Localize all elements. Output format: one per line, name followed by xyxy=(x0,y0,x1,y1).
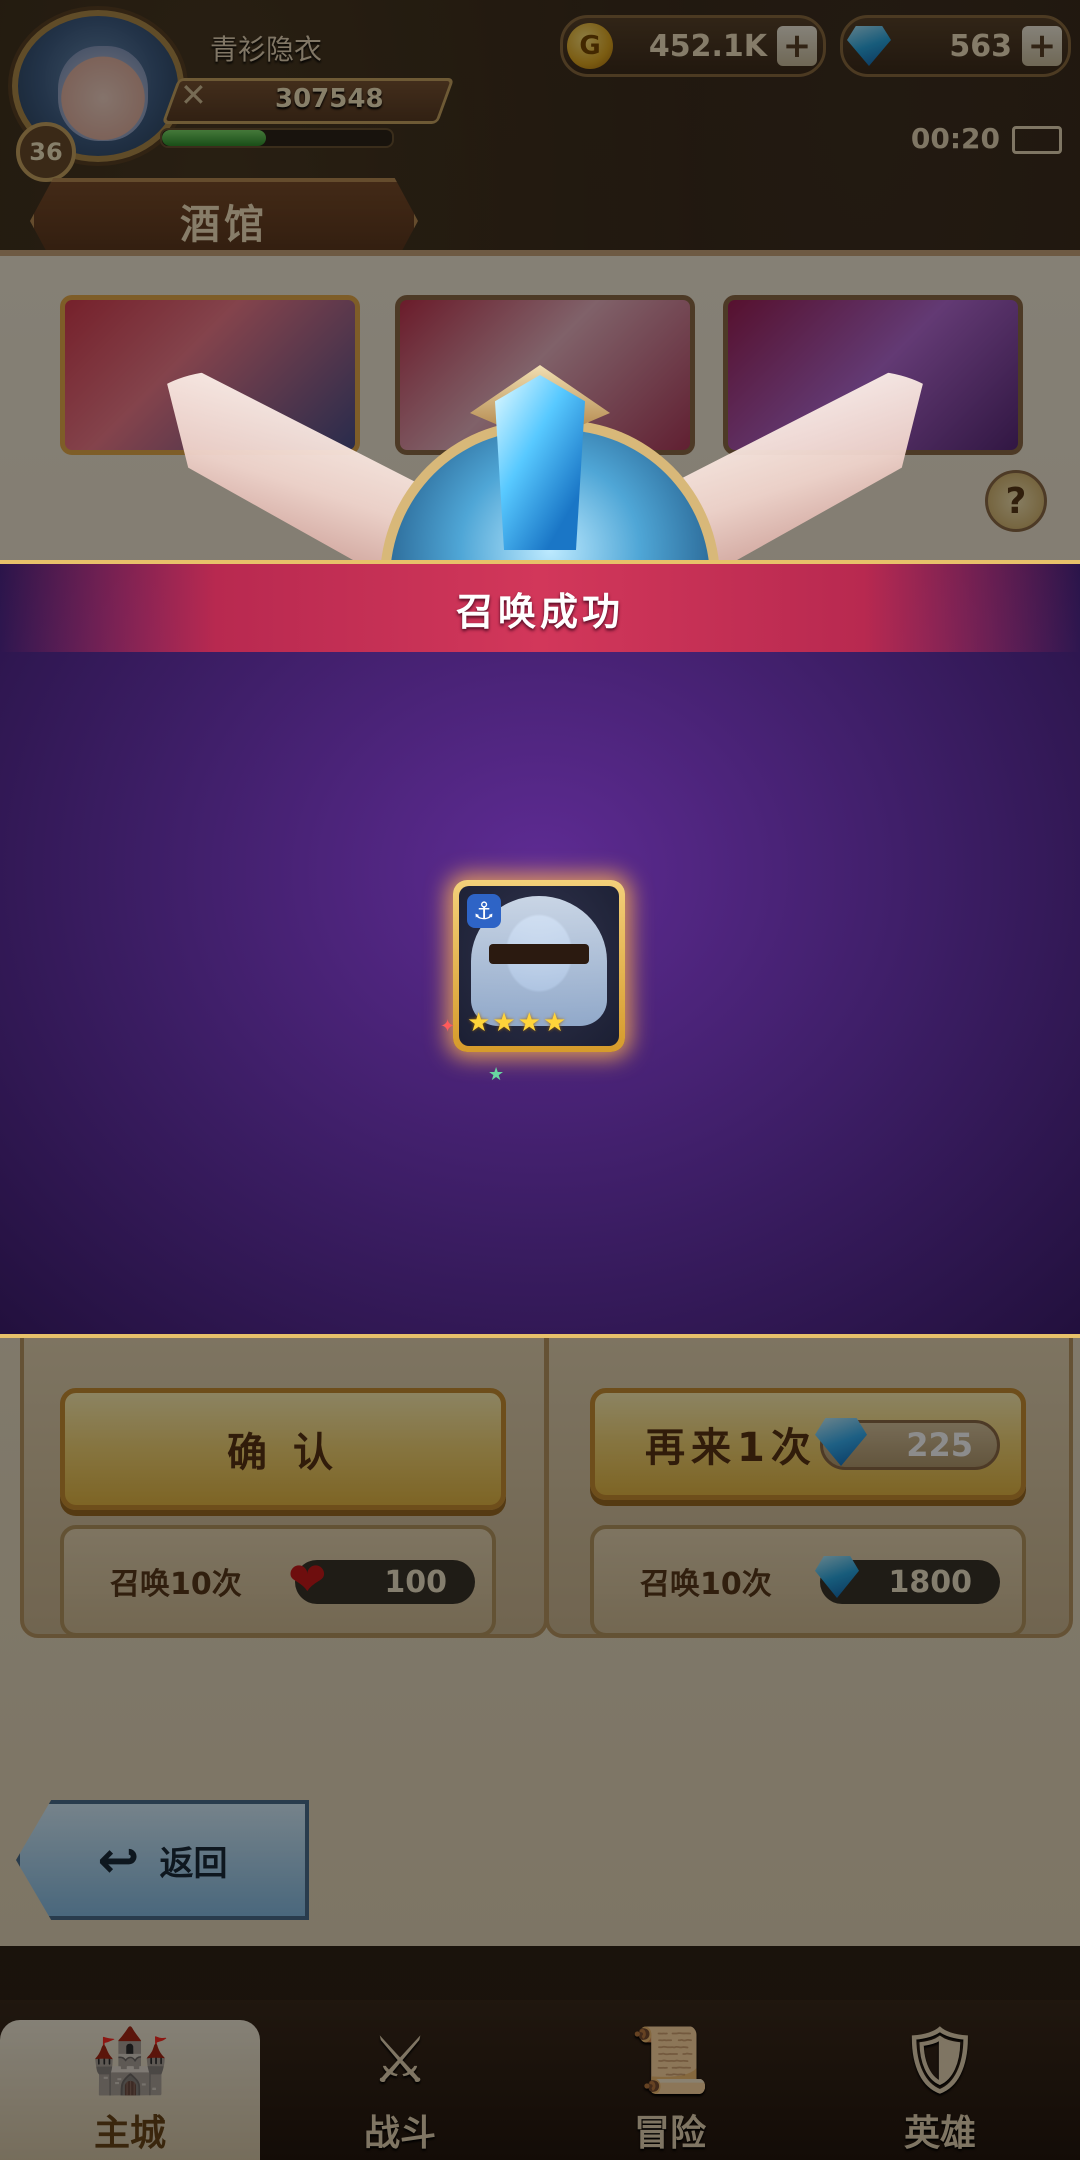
star-icon: ★ xyxy=(517,1008,541,1038)
modal-title: 召唤成功 xyxy=(455,589,624,634)
anchor-icon: ⚓ xyxy=(467,894,501,928)
modal-header: 召唤成功 xyxy=(0,564,1080,652)
star-icon: ★ xyxy=(492,1008,516,1038)
star-icon: ★ xyxy=(542,1008,567,1038)
star-icon: ★ xyxy=(467,1008,491,1038)
crystal-icon xyxy=(495,375,585,550)
hero-portrait: ⚓ ★ ★ ★ ★ xyxy=(459,886,619,1046)
hero-stars: ★ ★ ★ ★ xyxy=(467,1008,566,1038)
sparkle-icon: ★ xyxy=(488,1064,505,1085)
sparkle-icon: ✦ xyxy=(440,1016,456,1037)
summoned-hero-card[interactable]: ⚓ ★ ★ ★ ★ xyxy=(453,880,625,1052)
hero-blindfold xyxy=(489,944,589,964)
summon-success-modal: 召唤成功 ⚓ ★ ★ ★ ★ ✦ ★ xyxy=(0,560,1080,1338)
